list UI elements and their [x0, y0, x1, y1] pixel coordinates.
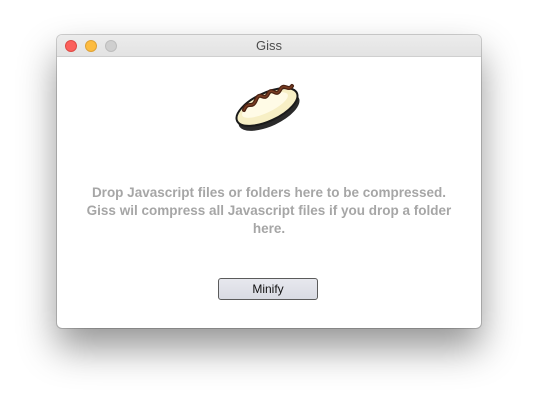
drop-instructions-line-3: here.: [252, 221, 286, 236]
title-bar[interactable]: Giss: [57, 35, 481, 57]
window-title: Giss: [256, 38, 282, 53]
minify-button[interactable]: Minify: [218, 278, 318, 300]
drop-instructions-line-2: Giss wil compress all Javascript files i…: [86, 203, 452, 218]
drop-instructions-line-1: Drop Javascript files or folders here to…: [91, 185, 447, 200]
eclair-pastry-icon: [235, 84, 300, 131]
app-window: Giss Drop Javascript files or folders he…: [57, 35, 481, 328]
drop-instructions: Drop Javascript files or folders here to…: [67, 184, 471, 238]
